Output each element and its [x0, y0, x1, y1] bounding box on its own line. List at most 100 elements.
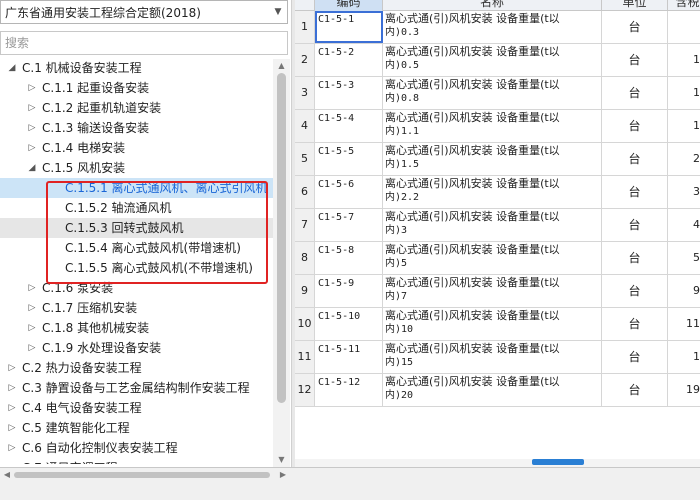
expand-arrow-icon[interactable]: ▷ [26, 338, 38, 358]
tree-leaf-item[interactable]: C.1.5.2 轴流通风机 [0, 198, 273, 218]
item-unit-cell[interactable]: 台 [602, 374, 668, 406]
expand-arrow-icon[interactable]: ▷ [6, 398, 18, 418]
scroll-up-icon[interactable]: ▲ [273, 59, 290, 73]
item-code-cell[interactable]: C1-5-8 [315, 242, 383, 274]
item-unit-cell[interactable]: 台 [602, 77, 668, 109]
item-unit-cell[interactable]: 台 [602, 209, 668, 241]
table-row[interactable]: 3C1-5-3离心式通(引)风机安装 设备重量(t以内)0.8台14 [295, 77, 700, 110]
tree-leaf-item[interactable]: C.1.5.1 离心式通风机、离心式引风机 [0, 178, 273, 198]
column-header-no[interactable] [295, 0, 315, 11]
item-unit-cell[interactable]: 台 [602, 242, 668, 274]
item-code-cell[interactable]: C1-5-7 [315, 209, 383, 241]
tree-node[interactable]: ▷ C.5 建筑智能化工程 [0, 418, 273, 438]
item-name-cell[interactable]: 离心式通(引)风机安装 设备重量(t以 内)5 [383, 242, 602, 274]
table-row[interactable]: 1C1-5-1离心式通(引)风机安装 设备重量(t以内)0.3台8 [295, 11, 700, 44]
scroll-down-icon[interactable]: ▼ [273, 453, 290, 467]
tree-node[interactable]: ▷ C.1.9 水处理设备安装 [0, 338, 273, 358]
item-price-cell[interactable]: 195 [668, 374, 700, 406]
item-price-cell[interactable]: 58 [668, 242, 700, 274]
table-row[interactable]: 11C1-5-11离心式通(引)风机安装 设备重量(t以内)15台15 [295, 341, 700, 374]
item-unit-cell[interactable]: 台 [602, 176, 668, 208]
tree-node[interactable]: ▷ C.4 电气设备安装工程 [0, 398, 273, 418]
table-row[interactable]: 6C1-5-6离心式通(引)风机安装 设备重量(t以内)2.2台32 [295, 176, 700, 209]
expand-arrow-icon[interactable]: ▷ [6, 378, 18, 398]
tree-hscroll-thumb[interactable] [14, 472, 270, 478]
tree-node[interactable]: ▷ C.3 静置设备与工艺金属结构制作安装工程 [0, 378, 273, 398]
tree-horizontal-scrollbar[interactable]: ◀ ▶ [0, 470, 290, 480]
expand-arrow-icon[interactable]: ▷ [26, 298, 38, 318]
item-price-cell[interactable]: 115 [668, 308, 700, 340]
tree-node[interactable]: ▷ C.1.3 输送设备安装 [0, 118, 273, 138]
tree-node[interactable]: ◢ C.1 机械设备安装工程 [0, 59, 273, 78]
expand-arrow-icon[interactable]: ▷ [6, 418, 18, 438]
scroll-left-icon[interactable]: ◀ [0, 470, 14, 480]
expand-arrow-icon[interactable]: ▷ [26, 118, 38, 138]
item-name-cell[interactable]: 离心式通(引)风机安装 设备重量(t以 内)3 [383, 209, 602, 241]
table-row[interactable]: 10C1-5-10离心式通(引)风机安装 设备重量(t以内)10台115 [295, 308, 700, 341]
item-price-cell[interactable]: 8 [668, 11, 700, 43]
item-name-cell[interactable]: 离心式通(引)风机安装 设备重量(t以 内)10 [383, 308, 602, 340]
item-price-cell[interactable]: 15 [668, 341, 700, 373]
item-name-cell[interactable]: 离心式通(引)风机安装 设备重量(t以 内)7 [383, 275, 602, 307]
item-name-cell[interactable]: 离心式通(引)风机安装 设备重量(t以 内)2.2 [383, 176, 602, 208]
tree-leaf-item[interactable]: C.1.5.5 离心式鼓风机(不带增速机) [0, 258, 273, 278]
column-header-name[interactable]: 名称 [383, 0, 602, 11]
tree-scroll-thumb[interactable] [277, 73, 286, 403]
item-code-cell[interactable]: C1-5-1 [315, 11, 383, 43]
item-name-cell[interactable]: 离心式通(引)风机安装 设备重量(t以 内)1.5 [383, 143, 602, 175]
tree-leaf-item[interactable]: C.1.5.3 回转式鼓风机 [0, 218, 273, 238]
item-code-cell[interactable]: C1-5-11 [315, 341, 383, 373]
item-name-cell[interactable]: 离心式通(引)风机安装 设备重量(t以 内)0.5 [383, 44, 602, 76]
item-unit-cell[interactable]: 台 [602, 143, 668, 175]
tree-node[interactable]: ▷ C.7 通风空调工程 [0, 458, 273, 464]
grid-horizontal-scrollbar[interactable] [295, 459, 700, 467]
chevron-down-icon[interactable]: ▼ [269, 7, 287, 17]
item-code-cell[interactable]: C1-5-9 [315, 275, 383, 307]
tree-vertical-scrollbar[interactable]: ▲ ▼ [273, 59, 290, 467]
search-input[interactable] [1, 32, 287, 54]
item-code-cell[interactable]: C1-5-3 [315, 77, 383, 109]
scroll-right-icon[interactable]: ▶ [276, 470, 290, 480]
tree-node[interactable]: ▷ C.2 热力设备安装工程 [0, 358, 273, 378]
item-price-cell[interactable]: 32 [668, 176, 700, 208]
column-header-code[interactable]: 编码 [315, 0, 383, 11]
item-unit-cell[interactable]: 台 [602, 44, 668, 76]
expand-arrow-icon[interactable]: ▷ [6, 358, 18, 378]
table-row[interactable]: 9C1-5-9离心式通(引)风机安装 设备重量(t以内)7台97 [295, 275, 700, 308]
item-name-cell[interactable]: 离心式通(引)风机安装 设备重量(t以 内)0.8 [383, 77, 602, 109]
search-field[interactable] [0, 31, 288, 55]
item-unit-cell[interactable]: 台 [602, 341, 668, 373]
tree-node[interactable]: ▷ C.1.8 其他机械安装 [0, 318, 273, 338]
expand-arrow-icon[interactable]: ▷ [26, 138, 38, 158]
item-unit-cell[interactable]: 台 [602, 11, 668, 43]
table-row[interactable]: 5C1-5-5离心式通(引)风机安装 设备重量(t以内)1.5台22 [295, 143, 700, 176]
expand-arrow-icon[interactable]: ▷ [26, 278, 38, 298]
collapse-arrow-icon[interactable]: ◢ [26, 158, 38, 178]
item-code-cell[interactable]: C1-5-6 [315, 176, 383, 208]
tree-node[interactable]: ▷ C.1.6 泵安装 [0, 278, 273, 298]
item-code-cell[interactable]: C1-5-10 [315, 308, 383, 340]
expand-arrow-icon[interactable]: ▷ [26, 98, 38, 118]
expand-arrow-icon[interactable]: ▷ [26, 78, 38, 98]
tree-node[interactable]: ◢ C.1.5 风机安装 [0, 158, 273, 178]
item-code-cell[interactable]: C1-5-4 [315, 110, 383, 142]
tree-leaf-item[interactable]: C.1.5.4 离心式鼓风机(带增速机) [0, 238, 273, 258]
tree-node[interactable]: ▷ C.1.1 起重设备安装 [0, 78, 273, 98]
expand-arrow-icon[interactable]: ▷ [6, 458, 18, 464]
item-price-cell[interactable]: 10 [668, 44, 700, 76]
item-code-cell[interactable]: C1-5-5 [315, 143, 383, 175]
table-row[interactable]: 12C1-5-12离心式通(引)风机安装 设备重量(t以内)20台195 [295, 374, 700, 407]
expand-arrow-icon[interactable]: ▷ [26, 318, 38, 338]
table-row[interactable]: 8C1-5-8离心式通(引)风机安装 设备重量(t以内)5台58 [295, 242, 700, 275]
table-row[interactable]: 2C1-5-2离心式通(引)风机安装 设备重量(t以内)0.5台10 [295, 44, 700, 77]
item-price-cell[interactable]: 42 [668, 209, 700, 241]
grid-scroll-grip[interactable] [532, 459, 584, 465]
quota-library-select[interactable]: 广东省通用安装工程综合定额(2018) ▼ [0, 0, 288, 24]
item-unit-cell[interactable]: 台 [602, 275, 668, 307]
tree-node[interactable]: ▷ C.6 自动化控制仪表安装工程 [0, 438, 273, 458]
item-unit-cell[interactable]: 台 [602, 308, 668, 340]
item-price-cell[interactable]: 14 [668, 77, 700, 109]
column-header-unit[interactable]: 单位 [602, 0, 668, 11]
item-price-cell[interactable]: 97 [668, 275, 700, 307]
table-row[interactable]: 7C1-5-7离心式通(引)风机安装 设备重量(t以内)3台42 [295, 209, 700, 242]
